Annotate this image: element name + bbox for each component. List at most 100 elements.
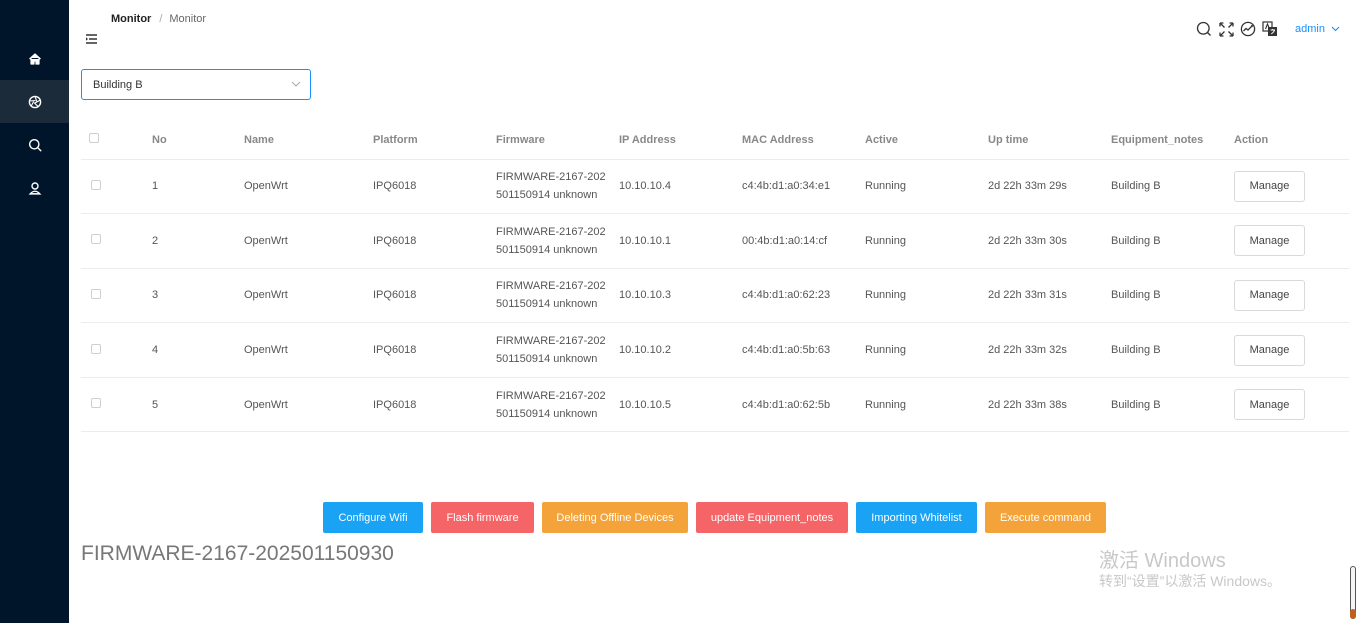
sidebar-item-search[interactable] [0,123,69,166]
column-header-ip: IP Address [619,121,742,160]
cell-firmware: FIRMWARE-2167-202 501150914 unknown [496,268,619,324]
cell-notes: Building B [1111,377,1234,433]
flash-firmware-button[interactable]: Flash firmware [431,502,534,533]
row-checkbox[interactable] [91,179,101,190]
header-search-button[interactable] [1193,19,1215,39]
firmware-line: FIRMWARE-2167-202 [496,171,606,184]
column-header-name: Name [244,121,373,160]
dashboard-icon [1240,21,1256,37]
cell-action: Manage [1234,213,1349,269]
firmware-line: 501150914 unknown [496,298,598,311]
cell-name: OpenWrt [244,213,373,269]
building-select[interactable]: Building B [81,69,311,100]
row-checkbox[interactable] [91,398,101,409]
row-checkbox[interactable] [91,234,101,245]
manage-button[interactable]: Manage [1234,334,1305,366]
dashboard-button[interactable] [1237,19,1259,39]
execute-command-button[interactable]: Execute command [985,502,1106,533]
cell-ip: 10.10.10.5 [619,377,742,433]
table-row: 3 OpenWrt IPQ6018 FIRMWARE-2167-202 50115… [81,268,1349,324]
table-row: 2 OpenWrt IPQ6018 FIRMWARE-2167-202 50115… [81,213,1349,269]
language-button[interactable] [1259,19,1281,39]
select-all-cell [81,121,152,160]
cell-name: OpenWrt [244,159,373,215]
thermometer-icon [1350,566,1356,619]
column-header-no: No [152,121,244,160]
cell-mac: c4:4b:d1:a0:5b:63 [742,322,865,378]
row-select-cell [81,159,152,215]
cell-platform: IPQ6018 [373,213,496,269]
select-all-checkbox[interactable] [89,133,99,144]
column-header-active: Active [865,121,988,160]
manage-button[interactable]: Manage [1234,170,1305,202]
cell-no: 5 [152,377,244,433]
cell-no: 4 [152,322,244,378]
breadcrumb-current: Monitor [169,13,207,25]
cell-uptime: 2d 22h 33m 31s [988,268,1111,324]
firmware-line: 501150914 unknown [496,407,598,420]
cell-ip: 10.10.10.2 [619,322,742,378]
row-select-cell [81,377,152,433]
cell-firmware: FIRMWARE-2167-202 501150914 unknown [496,159,619,215]
cell-firmware: FIRMWARE-2167-202 501150914 unknown [496,377,619,433]
cell-platform: IPQ6018 [373,322,496,378]
cell-no: 3 [152,268,244,324]
menu-toggle-icon[interactable] [85,33,98,45]
import-whitelist-button[interactable]: Importing Whitelist [856,502,977,533]
cell-mac: 00:4b:d1:a0:14:cf [742,213,865,269]
breadcrumb-separator: / [159,13,163,25]
cell-mac: c4:4b:d1:a0:62:23 [742,268,865,324]
sidebar-item-user[interactable] [0,166,69,209]
manage-button[interactable]: Manage [1234,389,1305,421]
table-row: 1 OpenWrt IPQ6018 FIRMWARE-2167-202 50115… [81,159,1349,215]
row-checkbox[interactable] [91,343,101,354]
breadcrumb-root[interactable]: Monitor [111,13,151,25]
chevron-down-icon [1331,26,1340,32]
row-select-cell [81,213,152,269]
cell-firmware: FIRMWARE-2167-202 501150914 unknown [496,213,619,269]
update-notes-button[interactable]: update Equipment_notes [696,502,848,533]
fullscreen-button[interactable] [1215,19,1237,39]
firmware-line: 501150914 unknown [496,353,598,366]
cell-active: Running [865,322,988,378]
firmware-line: FIRMWARE-2167-202 [496,389,606,402]
search-icon [1196,21,1211,36]
sidebar-item-home[interactable] [0,37,69,80]
table-row: 4 OpenWrt IPQ6018 FIRMWARE-2167-202 50115… [81,322,1349,378]
cell-uptime: 2d 22h 33m 32s [988,322,1111,378]
cell-active: Running [865,268,988,324]
row-checkbox[interactable] [91,288,101,299]
cell-ip: 10.10.10.4 [619,159,742,215]
manage-button[interactable]: Manage [1234,225,1305,257]
cell-ip: 10.10.10.3 [619,268,742,324]
row-select-cell [81,322,152,378]
thermometer-bulb [1350,609,1356,619]
firmware-line: FIRMWARE-2167-202 [496,225,606,238]
column-header-notes: Equipment_notes [1111,121,1234,160]
sidebar-item-monitor[interactable] [0,80,69,123]
delete-offline-devices-button[interactable]: Deleting Offline Devices [542,502,688,533]
firmware-line: FIRMWARE-2167-202 [496,280,606,293]
cell-active: Running [865,159,988,215]
user-menu[interactable]: admin [1295,23,1340,35]
cell-firmware: FIRMWARE-2167-202 501150914 unknown [496,322,619,378]
windows-activation-title: 激活 Windows [1099,550,1226,572]
firmware-line: FIRMWARE-2167-202 [496,335,606,348]
translate-icon [1262,21,1278,36]
search-icon [28,138,41,151]
firmware-line: 501150914 unknown [496,243,598,256]
cell-active: Running [865,213,988,269]
cell-notes: Building B [1111,322,1234,378]
cell-active: Running [865,377,988,433]
devices-table: No Name Platform Firmware IP Address MAC… [81,121,1349,433]
cell-action: Manage [1234,268,1349,324]
configure-wifi-button[interactable]: Configure Wifi [323,502,423,533]
manage-button[interactable]: Manage [1234,279,1305,311]
cell-platform: IPQ6018 [373,377,496,433]
user-icon [28,181,41,195]
row-select-cell [81,268,152,324]
column-header-mac: MAC Address [742,121,865,160]
cell-name: OpenWrt [244,268,373,324]
cell-action: Manage [1234,322,1349,378]
user-name: admin [1295,23,1325,35]
